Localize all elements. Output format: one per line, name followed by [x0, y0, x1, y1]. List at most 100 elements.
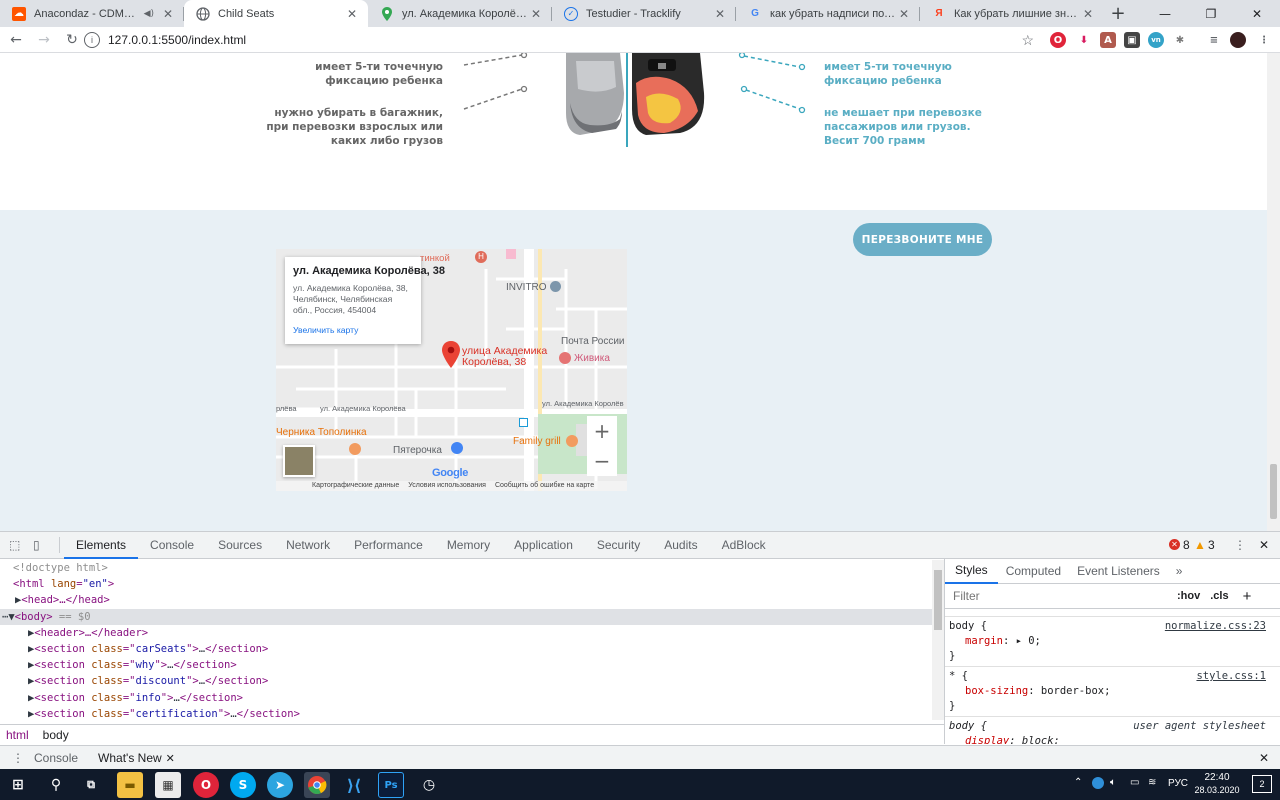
- error-icon[interactable]: ✕: [1169, 539, 1180, 550]
- dom-doctype[interactable]: <!doctype html>: [0, 560, 932, 576]
- calculator-icon[interactable]: ▦: [155, 772, 181, 798]
- dom-section[interactable]: ▶<section class="carSeats">…</section>: [0, 641, 932, 657]
- file-explorer-icon[interactable]: ▬: [117, 772, 143, 798]
- device-toolbar-icon[interactable]: ▯: [33, 538, 49, 552]
- cube-ext-icon[interactable]: ▣: [1124, 32, 1140, 48]
- dom-html[interactable]: <html lang="en">: [0, 576, 932, 592]
- address-bar[interactable]: i 127.0.0.1:5500/index.html ☆: [84, 29, 1044, 51]
- zoom-in-button[interactable]: +: [587, 416, 617, 446]
- dom-section[interactable]: ▶<section class="info">…</section>: [0, 690, 932, 706]
- close-tab-icon[interactable]: ✕: [896, 7, 912, 21]
- vscode-icon[interactable]: ⟩⟨: [341, 772, 367, 798]
- close-tab-icon[interactable]: ✕: [1080, 7, 1096, 21]
- google-map-embed[interactable]: тинкой H INVITRO Почта России Живика ули…: [276, 249, 627, 491]
- speaker-icon[interactable]: ◀): [144, 9, 154, 19]
- dom-section[interactable]: ▶<section class="certification">…</secti…: [0, 706, 932, 720]
- close-tab-icon[interactable]: ✕: [528, 7, 544, 21]
- breadcrumb-html[interactable]: html: [0, 728, 35, 742]
- tab-network[interactable]: Network: [274, 532, 342, 559]
- notification-center-icon[interactable]: 2: [1252, 775, 1272, 793]
- inspect-element-icon[interactable]: ⬚: [9, 538, 25, 552]
- wifi-icon[interactable]: ≋: [1148, 777, 1156, 788]
- avatar[interactable]: [1230, 32, 1246, 48]
- map-terms-link[interactable]: Условия использования: [408, 481, 486, 491]
- forward-icon[interactable]: →: [32, 28, 56, 52]
- close-tab-icon[interactable]: ✕: [160, 7, 176, 21]
- dom-body-selected[interactable]: ⋯▼<body> == $0: [0, 608, 932, 625]
- skype-icon[interactable]: S: [230, 772, 256, 798]
- opera-ext-icon[interactable]: O: [1050, 32, 1066, 48]
- location-pin-icon[interactable]: [441, 341, 461, 369]
- tab-google-search[interactable]: G как убрать надписи под гугл кар ✕: [736, 0, 920, 27]
- tab-audits[interactable]: Audits: [652, 532, 709, 559]
- cls-toggle[interactable]: .cls: [1210, 590, 1228, 602]
- map-report-link[interactable]: Сообщить об ошибке на карте: [495, 481, 594, 491]
- tab-google-maps[interactable]: ул. Академика Королёва, 38 – G ✕: [368, 0, 552, 27]
- tab-performance[interactable]: Performance: [342, 532, 435, 559]
- close-devtools-icon[interactable]: ✕: [1259, 532, 1269, 559]
- language-indicator[interactable]: РУС: [1168, 778, 1188, 789]
- search-icon[interactable]: ⚲: [43, 772, 69, 798]
- zoom-out-button[interactable]: −: [587, 446, 617, 476]
- menu-icon[interactable]: ⋮: [1256, 32, 1272, 48]
- dom-section[interactable]: ▶<section class="discount">…</section>: [0, 673, 932, 689]
- bookmark-star-icon[interactable]: ☆: [1021, 32, 1034, 49]
- expand-arrow-icon[interactable]: ▶: [28, 675, 34, 687]
- close-drawer-icon[interactable]: ✕: [1259, 751, 1269, 765]
- rule-source-link[interactable]: style.css:1: [1196, 669, 1266, 684]
- tab-security[interactable]: Security: [585, 532, 652, 559]
- expand-arrow-icon[interactable]: ▶: [28, 708, 34, 720]
- new-tab-button[interactable]: +: [1104, 0, 1132, 27]
- style-rule[interactable]: body { user agent stylesheet display: bl…: [945, 717, 1280, 744]
- drawer-menu-icon[interactable]: ⋮: [12, 751, 24, 765]
- close-drawer-tab-icon[interactable]: ✕: [166, 752, 175, 765]
- tab-console[interactable]: Console: [138, 532, 206, 559]
- tab-memory[interactable]: Memory: [435, 532, 502, 559]
- dom-head[interactable]: ▶<head>…</head>: [0, 592, 932, 608]
- dom-header[interactable]: ▶<header>…</header>: [0, 625, 932, 641]
- tab-yandex[interactable]: Я Как убрать лишние значки с кар ✕: [920, 0, 1104, 27]
- page-scrollbar[interactable]: [1267, 53, 1280, 531]
- tab-computed[interactable]: Computed: [998, 564, 1069, 578]
- tray-app-icon[interactable]: [1092, 777, 1104, 789]
- warning-count[interactable]: 3: [1208, 532, 1215, 559]
- hov-toggle[interactable]: :hov: [1177, 590, 1200, 602]
- styles-filter-input[interactable]: [951, 587, 1161, 605]
- tab-application[interactable]: Application: [502, 532, 585, 559]
- paw-ext-icon[interactable]: ✱: [1172, 32, 1188, 48]
- add-rule-icon[interactable]: +: [1243, 588, 1252, 605]
- rule-source-link[interactable]: normalize.css:23: [1165, 619, 1266, 634]
- style-rule[interactable]: * { style.css:1 box-sizing: border-box; …: [945, 667, 1280, 717]
- tray-expand-icon[interactable]: ⌃: [1074, 777, 1082, 788]
- reload-icon[interactable]: ↻: [60, 28, 84, 52]
- restore-icon[interactable]: ❐: [1188, 0, 1234, 27]
- larger-map-link[interactable]: Увеличить карту: [293, 325, 413, 335]
- clock[interactable]: 22:40 28.03.2020: [1192, 772, 1242, 796]
- playlist-icon[interactable]: ≡: [1206, 32, 1222, 48]
- vpn-ext-icon[interactable]: vn: [1148, 32, 1164, 48]
- close-tab-icon[interactable]: ✕: [344, 7, 360, 21]
- tab-soundcloud[interactable]: ☁ Anacondaz - CDMM by asd- ◀) ✕: [0, 0, 184, 27]
- opera-icon[interactable]: O: [193, 772, 219, 798]
- warning-icon[interactable]: ▲: [1194, 532, 1206, 559]
- satellite-toggle[interactable]: [283, 445, 315, 477]
- tab-styles[interactable]: Styles: [945, 559, 998, 584]
- dom-section[interactable]: ▶<section class="why">…</section>: [0, 657, 932, 673]
- chrome-icon[interactable]: [304, 772, 330, 798]
- more-tabs-icon[interactable]: »: [1168, 564, 1191, 578]
- windows-start-icon[interactable]: ⊞: [5, 772, 31, 798]
- telegram-icon[interactable]: ➤: [267, 772, 293, 798]
- tab-event-listeners[interactable]: Event Listeners: [1069, 564, 1168, 578]
- task-view-icon[interactable]: ⧉: [78, 772, 104, 798]
- tab-adblock[interactable]: AdBlock: [710, 532, 778, 559]
- tab-sources[interactable]: Sources: [206, 532, 274, 559]
- scrollbar-thumb[interactable]: [934, 570, 942, 630]
- drawer-tab-console[interactable]: Console: [22, 751, 90, 765]
- expand-arrow-icon[interactable]: ▶: [28, 692, 34, 704]
- photoshop-icon[interactable]: Ps: [378, 772, 404, 798]
- error-count[interactable]: 8: [1183, 532, 1190, 559]
- callback-button[interactable]: ПЕРЕЗВОНИТЕ МНЕ: [853, 223, 992, 256]
- tab-tracklify[interactable]: ✓ Testudier - Tracklify ✕: [552, 0, 736, 27]
- network-icon[interactable]: ▭: [1130, 777, 1139, 788]
- back-icon[interactable]: ←: [4, 28, 28, 52]
